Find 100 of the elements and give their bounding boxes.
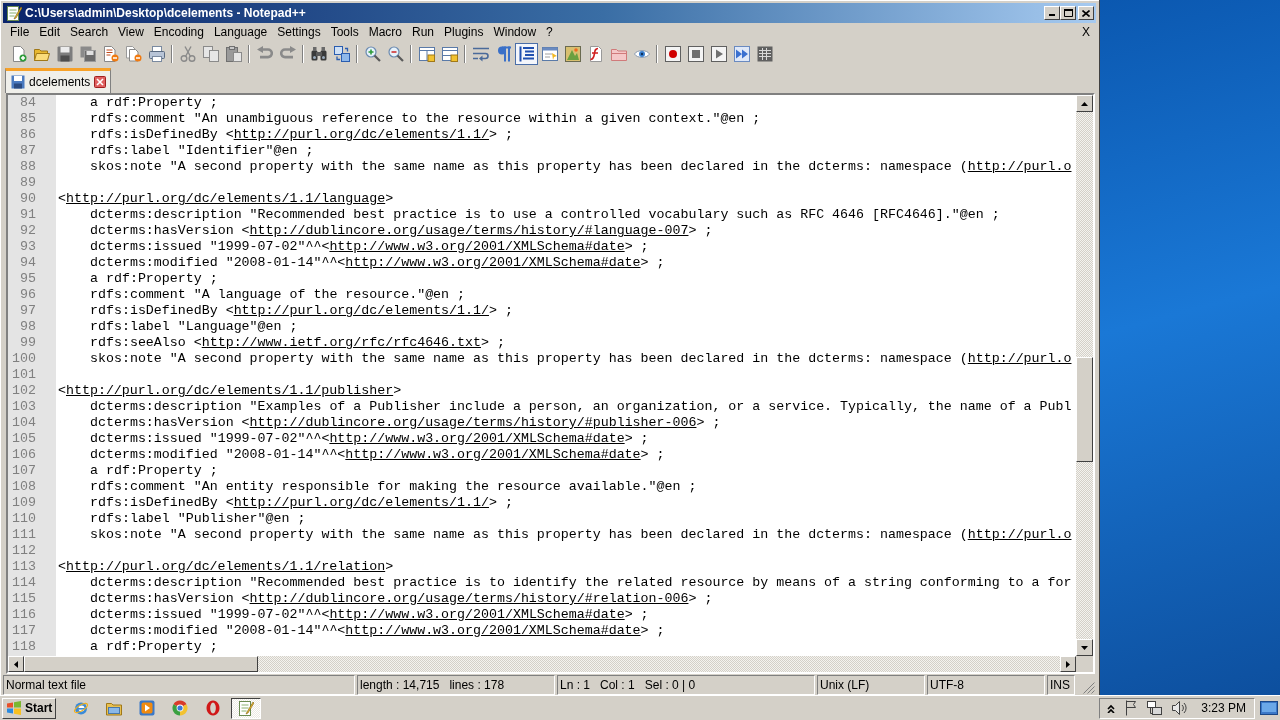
menu-item[interactable]: Edit xyxy=(34,25,66,39)
scroll-down-button[interactable] xyxy=(1076,639,1093,656)
line-number: 89 xyxy=(20,175,36,191)
vertical-scrollbar[interactable] xyxy=(1076,95,1093,656)
code-line: dcterms:issued "1999-07-02"^^<http://www.w3.org/2001/XMLSchema#date> ; xyxy=(90,431,649,447)
menu-item[interactable]: ? xyxy=(541,25,558,39)
scrollbar-thumb[interactable] xyxy=(1076,357,1093,462)
menu-item[interactable]: Encoding xyxy=(148,25,209,39)
minimize-button[interactable] xyxy=(1044,6,1060,20)
close-button[interactable] xyxy=(1078,6,1094,20)
menu-item[interactable]: Tools xyxy=(325,25,364,39)
status-text: Ln : 1 xyxy=(560,678,591,692)
link[interactable]: http://dublincore.org/usage/terms/history/#publisher-006 xyxy=(249,415,697,430)
menu-item[interactable]: Settings xyxy=(272,25,326,39)
link[interactable]: http://www.w3.org/2001/XMLSchema#date xyxy=(329,431,625,446)
link[interactable]: http://www.w3.org/2001/XMLSchema#date xyxy=(345,623,641,638)
caret-up-icon xyxy=(1081,101,1088,106)
caret-left-icon xyxy=(14,660,18,668)
menu-item[interactable]: Run xyxy=(407,25,440,39)
document-map-icon xyxy=(564,45,581,62)
line-number: 108 xyxy=(12,479,36,495)
line-number: 103 xyxy=(12,399,36,415)
code-line: dcterms:issued "1999-07-02"^^<http://www.w3.org/2001/XMLSchema#date> ; xyxy=(90,607,649,623)
menu-item[interactable]: View xyxy=(113,25,149,39)
horizontal-scrollbar[interactable] xyxy=(8,656,1076,672)
menu-item[interactable]: File xyxy=(5,25,35,39)
link[interactable]: http://purl.org/dc/elements/1.1/publisher xyxy=(66,383,394,398)
link[interactable]: http://www.w3.org/2001/XMLSchema#date xyxy=(345,447,641,462)
menu-item[interactable]: Macro xyxy=(363,25,407,39)
tab[interactable]: dcelements xyxy=(5,68,112,93)
link[interactable]: http://www.w3.org/2001/XMLSchema#date xyxy=(329,239,625,254)
link[interactable]: http://purl.o xyxy=(967,159,1072,174)
show-desktop-icon[interactable] xyxy=(1260,701,1278,715)
line-number: 113 xyxy=(12,559,36,575)
code-line: dcterms:description "Recommended best practice is to use a controlled vocabulary such as RFC 4646 [RFC4646]."@en ; xyxy=(90,207,1000,223)
network-icon[interactable] xyxy=(1147,701,1163,715)
link[interactable]: http://www.w3.org/2001/XMLSchema#date xyxy=(345,255,641,270)
speaker-icon[interactable] xyxy=(1172,700,1188,716)
status-text: length : 14,715 xyxy=(360,678,440,692)
line-number: 90 xyxy=(20,191,36,207)
link[interactable]: http://www.w3.org/2001/XMLSchema#date xyxy=(329,607,625,622)
status-text: Sel : 0 | 0 xyxy=(644,678,696,692)
scroll-right-button[interactable] xyxy=(1060,656,1076,672)
status-text: INS xyxy=(1050,678,1070,692)
code-line: rdfs:seeAlso <http://www.ietf.org/rfc/rfc4646.txt> ; xyxy=(90,335,505,351)
line-number: 112 xyxy=(12,543,36,559)
line-number: 101 xyxy=(12,367,36,383)
maximize-button[interactable] xyxy=(1060,6,1076,20)
link[interactable]: http://www.ietf.org/rfc/rfc4646.txt xyxy=(201,335,481,350)
menu-item[interactable]: Language xyxy=(208,25,273,39)
close-document-button[interactable]: X xyxy=(1082,25,1090,39)
flag-icon[interactable] xyxy=(1125,700,1138,716)
close-icon[interactable] xyxy=(94,76,107,88)
toolbar-button[interactable] xyxy=(515,42,538,65)
menu-item[interactable]: Search xyxy=(65,25,114,39)
taskbar-button[interactable] xyxy=(231,697,261,719)
link[interactable]: http://purl.org/dc/elements/1.1/relation xyxy=(66,559,386,574)
scroll-up-button[interactable] xyxy=(1076,95,1093,112)
save-macro-icon xyxy=(756,45,773,62)
link[interactable]: http://purl.org/dc/elements/1.1/language xyxy=(66,191,386,206)
line-number: 92 xyxy=(20,223,36,239)
folder-icon xyxy=(106,700,122,716)
resize-grip-icon[interactable] xyxy=(1083,682,1095,694)
link[interactable]: http://purl.org/dc/elements/1.1/ xyxy=(233,303,489,318)
clock[interactable]: 3:23 PM xyxy=(1201,701,1246,715)
line-number: 94 xyxy=(20,255,36,271)
link[interactable]: http://dublincore.org/usage/terms/history/#relation-006 xyxy=(249,591,689,606)
status-text: lines : 178 xyxy=(449,678,505,692)
code-line: dcterms:hasVersion <http://dublincore.org/usage/terms/history/#relation-006> ; xyxy=(90,591,713,607)
stop-icon xyxy=(687,45,704,62)
chevron-up-icon[interactable] xyxy=(1107,703,1116,713)
scroll-left-button[interactable] xyxy=(8,656,24,672)
start-button[interactable]: Start xyxy=(2,697,56,719)
window-panel-icon xyxy=(541,45,558,62)
link[interactable]: http://dublincore.org/usage/terms/history/#language-007 xyxy=(249,223,689,238)
code-line: rdfs:comment "An entity responsible for making the resource available."@en ; xyxy=(90,479,697,495)
menu-item[interactable]: Plugins xyxy=(439,25,489,39)
zoom-in-icon xyxy=(364,45,381,62)
code-line: skos:note "A second property with the same name as this property has been declared in the dcterms: namespace (http://purl.o xyxy=(90,527,1072,543)
link[interactable]: http://purl.o xyxy=(967,351,1072,366)
link[interactable]: http://purl.org/dc/elements/1.1/ xyxy=(233,127,489,142)
scrollbar-thumb[interactable] xyxy=(24,656,258,672)
new-file-icon xyxy=(10,45,27,62)
link[interactable]: http://purl.org/dc/elements/1.1/ xyxy=(233,495,489,510)
status-text: Normal text file xyxy=(6,678,87,692)
code-line: <http://purl.org/dc/elements/1.1/relation> xyxy=(58,559,394,575)
line-number: 102 xyxy=(12,383,36,399)
circle-browser-icon xyxy=(172,700,188,716)
close-icon xyxy=(1082,9,1090,17)
line-number: 99 xyxy=(20,335,36,351)
link[interactable]: http://purl.o xyxy=(967,527,1072,542)
line-number: 110 xyxy=(12,511,36,527)
caret-down-icon xyxy=(1081,645,1088,650)
line-number: 116 xyxy=(12,607,36,623)
editor[interactable] xyxy=(8,95,1076,656)
word-wrap-icon xyxy=(472,45,489,62)
code-line: dcterms:issued "1999-07-02"^^<http://www.w3.org/2001/XMLSchema#date> ; xyxy=(90,239,649,255)
menu-item[interactable]: Window xyxy=(488,25,542,39)
code-line: dcterms:modified "2008-01-14"^^<http://www.w3.org/2001/XMLSchema#date> ; xyxy=(90,255,665,271)
line-number: 95 xyxy=(20,271,36,287)
